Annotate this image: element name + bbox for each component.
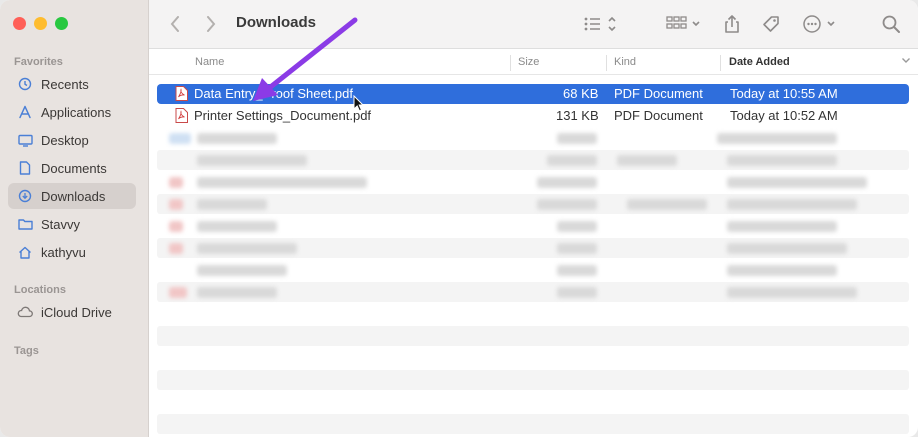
folder-icon — [16, 215, 34, 233]
mouse-cursor-icon — [353, 95, 365, 112]
document-icon — [16, 159, 34, 177]
sidebar-item-stavvy[interactable]: Stavvy — [8, 211, 136, 237]
group-button[interactable] — [664, 11, 704, 37]
sidebar-item-icloud-drive[interactable]: iCloud Drive — [8, 299, 136, 325]
tag-button[interactable] — [758, 11, 784, 37]
sidebar-item-label: iCloud Drive — [41, 304, 112, 320]
file-row-selected[interactable]: Data Entry_Proof Sheet.pdf 68 KB PDF Doc… — [157, 84, 909, 104]
column-date-added[interactable]: Date Added — [729, 56, 790, 68]
obscured-row-content — [157, 238, 909, 258]
sidebar-item-label: kathyvu — [41, 244, 86, 260]
file-size: 131 KB — [556, 108, 599, 123]
sidebar-item-label: Desktop — [41, 132, 89, 148]
pdf-file-icon — [175, 86, 188, 101]
sidebar-item-documents[interactable]: Documents — [8, 155, 136, 181]
share-icon — [725, 15, 739, 33]
desktop-icon — [16, 131, 34, 149]
file-name: Data Entry_Proof Sheet.pdf — [194, 86, 353, 101]
sidebar-item-label: Downloads — [41, 188, 106, 204]
column-name[interactable]: Name — [195, 56, 224, 68]
back-button[interactable] — [164, 11, 186, 37]
cloud-icon — [16, 303, 34, 321]
tag-icon — [763, 16, 779, 32]
home-icon — [16, 243, 34, 261]
tags-title: Tags — [14, 345, 39, 357]
file-date-added: Today at 10:55 AM — [730, 86, 838, 101]
sidebar-item-label: Stavvy — [41, 216, 81, 232]
file-kind: PDF Document — [614, 86, 703, 101]
file-kind: PDF Document — [614, 108, 703, 123]
sidebar-item-label: Recents — [41, 76, 89, 92]
applications-icon — [16, 103, 34, 121]
favorites-title: Favorites — [14, 56, 63, 68]
clock-icon — [16, 75, 34, 93]
sidebar-item-label: Applications — [41, 104, 112, 120]
more-icon — [803, 15, 835, 33]
obscured-row[interactable] — [157, 260, 909, 280]
obscured-row[interactable] — [157, 216, 909, 236]
grid-icon — [666, 16, 700, 29]
sidebar-item-recents[interactable]: Recents — [8, 71, 136, 97]
search-button[interactable] — [878, 11, 904, 37]
pdf-file-icon — [175, 108, 188, 123]
close-button[interactable] — [13, 17, 26, 30]
column-header: Name Size Kind Date Added — [149, 52, 918, 75]
share-button[interactable] — [720, 11, 744, 37]
file-date-added: Today at 10:52 AM — [730, 108, 838, 123]
empty-row — [157, 414, 909, 434]
obscured-row[interactable] — [157, 128, 909, 148]
obscured-row[interactable] — [157, 172, 909, 192]
column-divider[interactable] — [720, 55, 721, 71]
obscured-row-content — [157, 282, 909, 302]
column-divider[interactable] — [510, 55, 511, 71]
obscured-row-content — [157, 194, 909, 214]
chevron-left-icon — [170, 16, 179, 32]
action-menu-button[interactable] — [800, 11, 840, 37]
sort-chevron-icon[interactable] — [901, 55, 911, 68]
sidebar-item-kathyvu[interactable]: kathyvu — [8, 239, 136, 265]
finder-window: Favorites Recents Applications Desktop D… — [0, 0, 918, 437]
column-kind[interactable]: Kind — [614, 56, 636, 68]
file-name: Printer Settings_Document.pdf — [194, 108, 372, 123]
empty-row — [157, 370, 909, 390]
window-controls — [13, 17, 68, 30]
sidebar-item-label: Documents — [41, 160, 107, 176]
column-divider[interactable] — [606, 55, 607, 71]
minimize-button[interactable] — [34, 17, 47, 30]
sidebar-item-downloads[interactable]: Downloads — [8, 183, 136, 209]
list-view-icon — [584, 16, 616, 32]
column-size[interactable]: Size — [518, 56, 539, 68]
locations-title: Locations — [14, 284, 66, 296]
forward-button[interactable] — [200, 11, 222, 37]
sidebar-item-desktop[interactable]: Desktop — [8, 127, 136, 153]
view-options-button[interactable] — [580, 11, 620, 37]
download-icon — [16, 187, 34, 205]
zoom-button[interactable] — [55, 17, 68, 30]
chevron-right-icon — [207, 16, 216, 32]
sidebar-item-applications[interactable]: Applications — [8, 99, 136, 125]
search-icon — [882, 15, 900, 33]
sidebar: Favorites Recents Applications Desktop D… — [0, 0, 149, 437]
obscured-row-content — [157, 150, 909, 170]
window-title: Downloads — [236, 14, 317, 31]
file-size: 68 KB — [563, 86, 599, 101]
empty-row — [157, 326, 909, 346]
file-row[interactable]: Printer Settings_Document.pdf 131 KB PDF… — [157, 106, 909, 126]
